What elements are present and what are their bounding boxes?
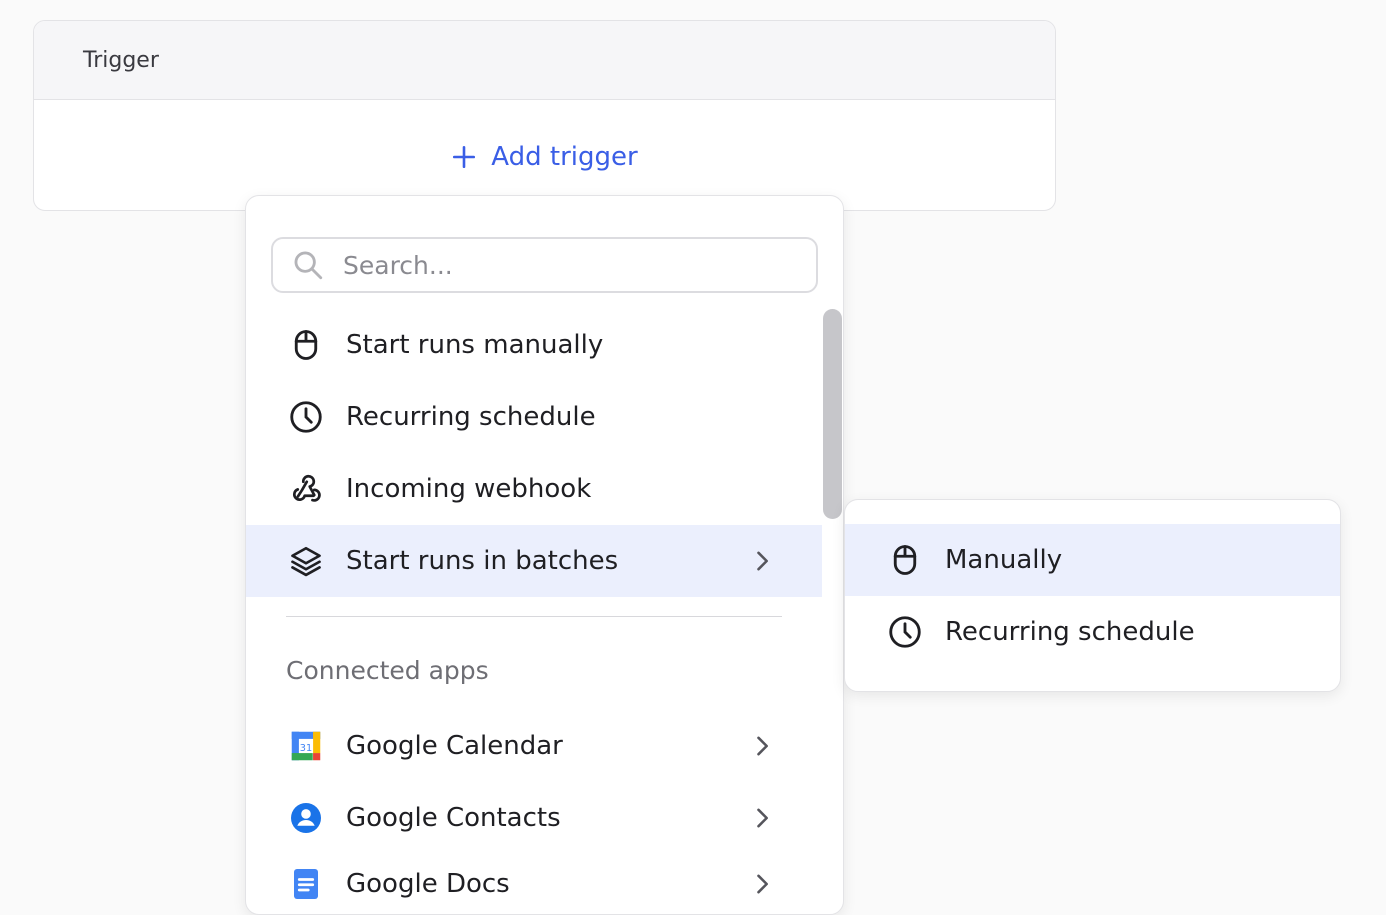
app-item-label: Google Docs <box>346 869 510 899</box>
batches-submenu: Manually Recurring schedule <box>844 499 1341 692</box>
app-item-label: Google Calendar <box>346 731 563 761</box>
menu-scrollbar[interactable] <box>823 309 842 519</box>
search-box[interactable] <box>271 237 818 293</box>
app-item-google-docs[interactable]: Google Docs <box>246 848 822 914</box>
add-trigger-label: Add trigger <box>491 142 638 172</box>
search-icon <box>294 251 323 280</box>
connected-apps-heading: Connected apps <box>286 656 489 685</box>
trigger-card: Trigger Add trigger <box>33 20 1056 211</box>
menu-divider <box>286 616 782 617</box>
mouse-icon <box>294 330 318 360</box>
menu-item-label: Recurring schedule <box>346 402 596 432</box>
submenu-item-label: Recurring schedule <box>945 617 1195 647</box>
layers-icon <box>291 546 321 577</box>
menu-item-label: Incoming webhook <box>346 474 592 504</box>
app-item-google-contacts[interactable]: Google Contacts <box>246 782 822 854</box>
calendar-day-text: 31 <box>300 743 312 754</box>
mouse-icon <box>893 545 917 575</box>
clock-icon <box>290 401 322 433</box>
add-trigger-button[interactable]: Add trigger <box>34 133 1055 181</box>
app-item-google-calendar[interactable]: 31 Google Calendar <box>246 710 822 782</box>
trigger-card-header: Trigger <box>34 21 1055 100</box>
google-contacts-icon <box>291 803 321 833</box>
webhook-icon <box>293 474 321 502</box>
trigger-card-title: Trigger <box>83 47 159 73</box>
menu-item-label: Start runs in batches <box>346 546 619 576</box>
chevron-right-icon <box>757 808 768 828</box>
menu-item-label: Start runs manually <box>346 330 604 360</box>
submenu-item-label: Manually <box>945 545 1063 575</box>
google-calendar-icon: 31 <box>291 731 321 761</box>
menu-item-start-runs-manually[interactable]: Start runs manually <box>246 309 822 381</box>
submenu-item-manually[interactable]: Manually <box>845 524 1340 596</box>
menu-item-start-runs-in-batches[interactable]: Start runs in batches <box>246 525 822 597</box>
chevron-right-icon <box>757 736 768 756</box>
clock-icon <box>889 616 921 648</box>
app-item-label: Google Contacts <box>346 803 561 833</box>
chevron-right-icon <box>757 874 768 894</box>
chevron-right-icon <box>757 551 768 571</box>
trigger-menu: Start runs manually Recurring schedule I… <box>245 195 844 915</box>
submenu-item-recurring-schedule[interactable]: Recurring schedule <box>845 596 1340 668</box>
google-docs-icon <box>294 869 318 899</box>
menu-item-recurring-schedule[interactable]: Recurring schedule <box>246 381 822 453</box>
plus-icon <box>453 145 476 169</box>
menu-item-incoming-webhook[interactable]: Incoming webhook <box>246 453 822 525</box>
search-input[interactable] <box>343 250 813 280</box>
